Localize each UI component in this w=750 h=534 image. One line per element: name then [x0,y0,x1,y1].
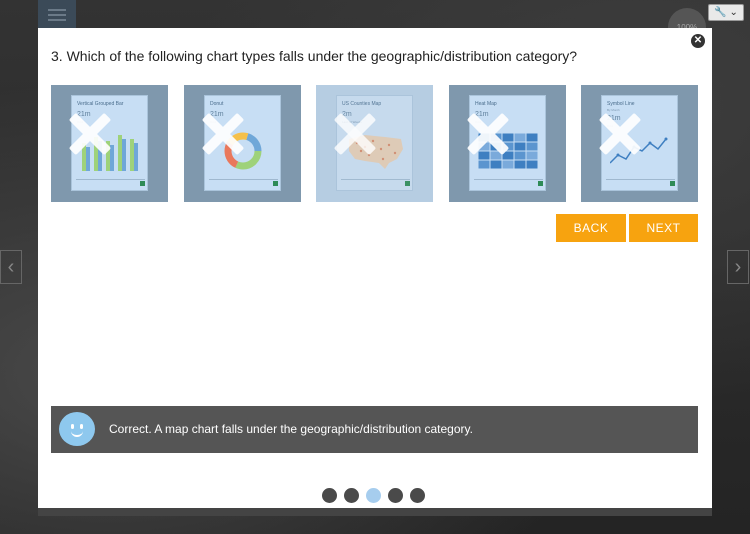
answer-card-vertical-grouped-bar[interactable]: Vertical Grouped Bar 21m Total [51,85,168,202]
close-icon[interactable]: ✕ [691,34,705,48]
card-title: Donut [210,101,224,107]
next-slide-button[interactable]: › [727,250,749,284]
answer-card-symbol-line[interactable]: Symbol Line By Month 21m Total [581,85,698,202]
excel-icon [140,181,145,186]
incorrect-x-icon [599,113,641,155]
incorrect-x-icon [467,113,509,155]
page-dot-5[interactable] [410,488,425,503]
menu-icon [38,0,76,28]
excel-icon [670,181,675,186]
card-footer [341,179,410,186]
card-subtitle: By Month [607,108,620,112]
incorrect-x-icon [202,113,244,155]
previous-slide-button[interactable]: ‹ [0,250,22,284]
answer-card-us-counties-map[interactable]: US Counties Map 2m Last 12 Weeks [316,85,433,202]
answer-card-heat-map[interactable]: Heat Map 21m Total [449,85,566,202]
selected-mark-icon [334,113,376,155]
feedback-banner: Correct. A map chart falls under the geo… [51,406,698,453]
card-footer [606,179,675,186]
card-title: US Counties Map [342,101,382,107]
card-title: Symbol Line [607,101,635,107]
chevron-down-icon: ⌄ [729,7,738,18]
smiley-icon [59,412,95,446]
excel-icon [273,181,278,186]
feedback-text: Correct. A map chart falls under the geo… [109,422,473,436]
card-footer [474,179,543,186]
page-dot-4[interactable] [388,488,403,503]
page-dot-2[interactable] [344,488,359,503]
wrench-icon: 🔧 [714,7,727,18]
quiz-modal: ✕ 3. Which of the following chart types … [38,28,712,508]
excel-icon [405,181,410,186]
card-title: Vertical Grouped Bar [77,101,124,107]
answer-card-donut[interactable]: Donut 21m Total [184,85,301,202]
page-dot-1[interactable] [322,488,337,503]
tools-button[interactable]: 🔧 ⌄ [708,4,744,21]
card-footer [209,179,278,186]
back-button[interactable]: BACK [556,214,626,242]
incorrect-x-icon [69,113,111,155]
pagination-dots [322,488,425,503]
page-dot-3[interactable] [366,488,381,503]
modal-footer-bar [38,508,712,516]
answer-options: Vertical Grouped Bar 21m Total Donut 21m… [51,85,698,202]
card-footer [76,179,145,186]
excel-icon [538,181,543,186]
card-title: Heat Map [475,101,497,107]
next-button[interactable]: NEXT [629,214,698,242]
question-text: 3. Which of the following chart types fa… [51,48,578,64]
